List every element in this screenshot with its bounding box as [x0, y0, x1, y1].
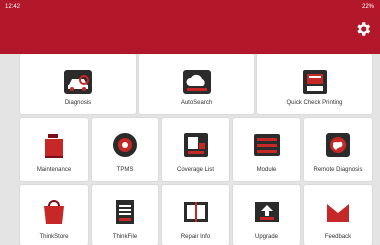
feedback-tile[interactable]: Feedback [304, 185, 372, 245]
oil-can-icon [45, 134, 63, 158]
remote-diagnosis-tile[interactable]: Remote Diagnosis [304, 118, 372, 181]
upload-icon [254, 202, 279, 222]
tile-label: Diagnosis [64, 100, 92, 106]
shopping-bag-icon [44, 200, 64, 224]
tile-label: Feedback [324, 234, 352, 240]
tire-icon [113, 133, 137, 157]
printer-icon [302, 70, 327, 94]
tile-label: ThinkStore [39, 234, 69, 240]
tile-label: Quick Check Printing [286, 100, 343, 106]
thinkstore-tile[interactable]: ThinkStore [20, 185, 88, 245]
tile-label: ThinkFile [112, 234, 138, 240]
tile-label: Upgrade [254, 234, 278, 240]
quick-check-printing-tile[interactable]: Quick Check Printing [257, 54, 372, 114]
tile-label: Repair Info [180, 234, 211, 240]
cloud-icon [182, 70, 211, 94]
module-icon [253, 134, 280, 156]
tpms-tile[interactable]: TPMS [92, 118, 158, 181]
remote-globe-icon [326, 133, 350, 157]
upgrade-tile[interactable]: Upgrade [233, 185, 300, 245]
tile-label: Module [256, 167, 277, 173]
diagnosis-tile[interactable]: Diagnosis [20, 54, 136, 114]
car-diagnosis-icon [64, 70, 92, 94]
status-time: 12:42 [5, 4, 21, 10]
thinkfile-tile[interactable]: ThinkFile [92, 185, 158, 245]
tile-label: AutoSearch [180, 100, 213, 106]
book-icon [183, 202, 208, 222]
battery-level: 22% [361, 4, 374, 10]
tile-label: TPMS [116, 167, 134, 173]
autosearch-tile[interactable]: AutoSearch [139, 54, 254, 114]
module-tile[interactable]: Module [233, 118, 300, 181]
coverage-list-tile[interactable]: Coverage List [162, 118, 229, 181]
tile-label: Coverage List [176, 167, 215, 173]
maintenance-tile[interactable]: Maintenance [20, 118, 88, 181]
tile-label: Remote Diagnosis [313, 167, 363, 173]
status-bar: 12:42 22% [0, 0, 380, 14]
vehicle-list-icon [183, 133, 208, 157]
gear-icon[interactable] [354, 20, 372, 38]
envelope-icon [327, 200, 349, 222]
repair-info-tile[interactable]: Repair Info [162, 185, 229, 245]
tile-label: Maintenance [36, 167, 72, 173]
file-icon [116, 200, 134, 224]
